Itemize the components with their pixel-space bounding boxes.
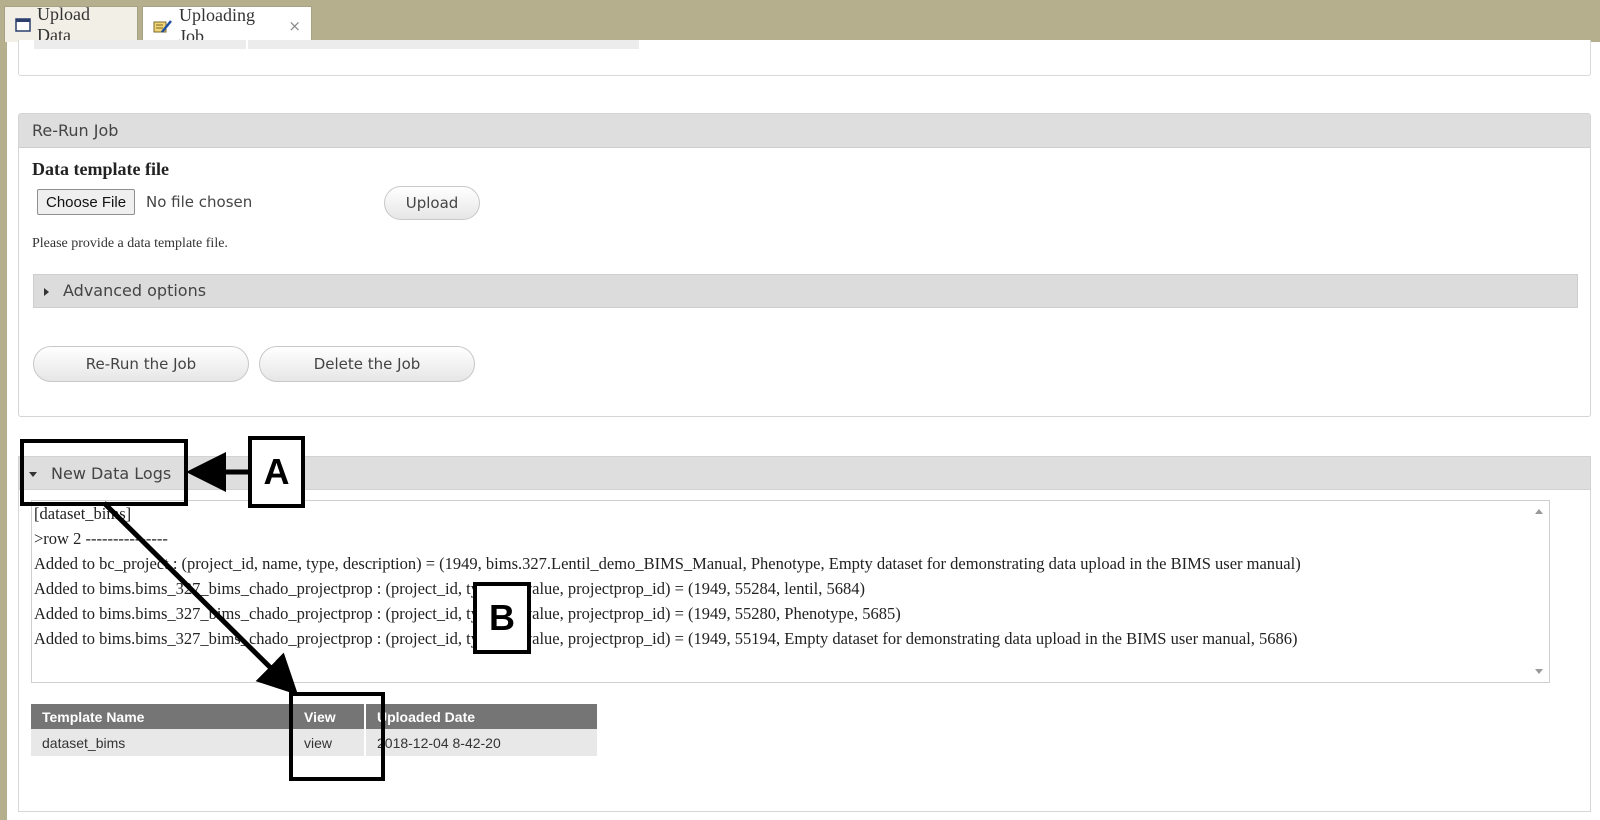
tab-uploading-job[interactable]: Uploading Job × — [142, 5, 312, 46]
previous-panel-field — [34, 40, 639, 49]
tab-upload-data[interactable]: Upload Data — [4, 4, 138, 45]
scroll-up-icon[interactable] — [1535, 509, 1543, 514]
file-status: No file chosen — [146, 193, 253, 211]
template-file-label: Data template file — [32, 159, 169, 179]
log-line: [dataset_bims] — [34, 504, 132, 523]
advanced-options-toggle[interactable]: Advanced options — [33, 274, 1578, 308]
column-header: Uploaded Date — [365, 704, 599, 729]
log-line: Added to bims.bims_327_bims_chado_projec… — [34, 579, 865, 598]
triangle-right-icon — [44, 287, 49, 296]
log-textarea[interactable]: [dataset_bims] >row 2 --------------- Ad… — [31, 500, 1550, 683]
scroll-down-icon[interactable] — [1535, 669, 1543, 674]
uploaded-date-cell: 2018-12-04 8-42-20 — [365, 729, 599, 756]
log-line: Added to bc_project : (project_id, name,… — [34, 554, 1301, 573]
edit-doc-icon — [153, 18, 173, 34]
highlight-box-logs — [20, 439, 188, 506]
field-divider — [246, 40, 248, 49]
panel-title: Re-Run Job — [19, 114, 1590, 148]
template-name-cell: dataset_bims — [31, 729, 293, 756]
frame-edge — [0, 42, 7, 820]
delete-job-button[interactable]: Delete the Job — [259, 346, 475, 382]
rerun-job-button[interactable]: Re-Run the Job — [33, 346, 249, 382]
log-line: >row 2 --------------- — [34, 529, 168, 548]
callout-b: B — [473, 582, 531, 654]
advanced-options-label: Advanced options — [63, 281, 207, 300]
choose-file-button[interactable]: Choose File — [37, 189, 136, 215]
callout-a: A — [248, 436, 305, 508]
upload-button[interactable]: Upload — [384, 186, 480, 220]
highlight-box-view — [289, 692, 385, 781]
help-text: Please provide a data template file. — [32, 236, 228, 251]
close-icon[interactable]: × — [288, 17, 301, 35]
log-line: Added to bims.bims_327_bims_chado_projec… — [34, 604, 901, 623]
log-line: Added to bims.bims_327_bims_chado_projec… — [34, 629, 1298, 648]
window-icon — [15, 17, 31, 32]
column-header: Template Name — [31, 704, 293, 729]
rerun-job-panel: Re-Run Job Data template file Choose Fil… — [18, 113, 1591, 417]
